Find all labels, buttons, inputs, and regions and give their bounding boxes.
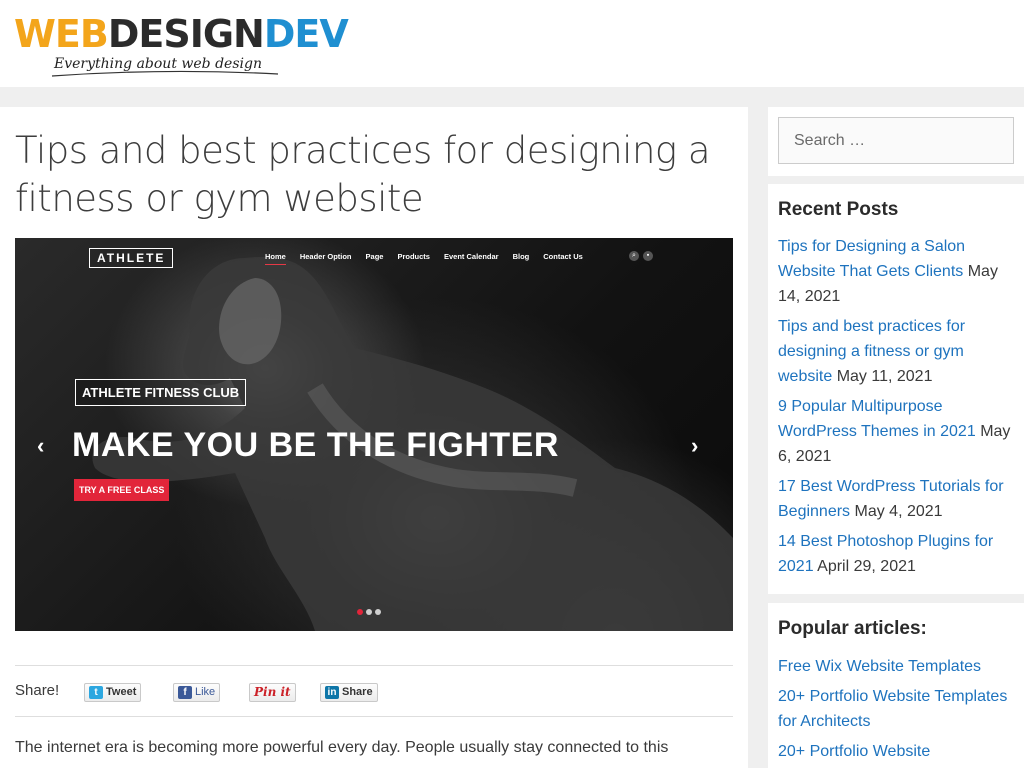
search-icon: ⌕ <box>629 251 639 261</box>
linkedin-share-button[interactable]: in Share <box>320 683 378 702</box>
site-header: WEBDESIGNDEV Everything about web design <box>0 0 1024 87</box>
post-date: May 4, 2021 <box>854 503 943 520</box>
logo-swoosh-icon <box>51 70 279 77</box>
cart-icon: ▪ <box>643 251 653 261</box>
chevron-left-icon: ‹ <box>37 433 45 458</box>
hero-nav-page: Page <box>365 252 384 261</box>
site-logo[interactable]: WEBDESIGNDEV Everything about web design <box>14 12 349 77</box>
recent-posts-title: Recent Posts <box>778 199 899 220</box>
slider-dot <box>375 609 381 615</box>
list-item: 9 Popular Multipurpose WordPress Themes … <box>778 394 1018 469</box>
hero-nav-home: Home <box>265 252 286 265</box>
hero-nav-contact: Contact Us <box>543 252 583 261</box>
hero-brand-logo: ATHLETE <box>89 248 174 268</box>
logo-design: DESIGN <box>107 12 265 56</box>
page-title: Tips and best practices for designing a … <box>15 129 711 220</box>
list-item: 20+ Portfolio Website <box>778 739 1018 764</box>
facebook-like-button[interactable]: f Like <box>173 683 221 702</box>
hero-nav-blog: Blog <box>512 252 530 261</box>
list-item: 17 Best WordPress Tutorials for Beginner… <box>778 474 1018 524</box>
post-date: May 11, 2021 <box>836 368 933 385</box>
logo-web: WEB <box>14 12 109 56</box>
hero-club-label: ATHLETE FITNESS CLUB <box>75 379 247 406</box>
hero-nav: Home Header Option Page Products Event C… <box>265 252 583 265</box>
linkedin-icon: in <box>325 686 339 699</box>
share-label: Share! <box>15 682 60 699</box>
hero-icons: ⌕ ▪ <box>629 251 653 261</box>
popular-article-link[interactable]: Free Wix Website Templates <box>778 658 981 675</box>
recent-post-link[interactable]: Tips for Designing a Salon Website That … <box>778 238 965 280</box>
post-date: April 29, 2021 <box>817 558 916 575</box>
article-intro: The internet era is becoming more powerf… <box>15 739 669 756</box>
main-article: Tips and best practices for designing a … <box>0 107 748 768</box>
popular-article-link[interactable]: 20+ Portfolio Website <box>778 743 930 760</box>
hero-headline: MAKE YOU BE THE FIGHTER <box>72 426 559 464</box>
hero-cta-button: TRY A FREE CLASS <box>74 479 170 501</box>
slider-dots <box>357 609 381 615</box>
tweet-button[interactable]: t Tweet <box>84 683 142 702</box>
twitter-icon: t <box>89 686 103 699</box>
pinit-label: Pin it <box>254 685 291 699</box>
search-input[interactable] <box>778 117 1014 164</box>
share-bar: Share! t Tweet f Like Pin it in Share <box>15 665 733 717</box>
hero-nav-products: Products <box>397 252 430 261</box>
list-item: 14 Best Photoshop Plugins for 2021 April… <box>778 529 1018 579</box>
logo-wordmark: WEBDESIGNDEV <box>14 12 349 56</box>
list-item: Tips for Designing a Salon Website That … <box>778 234 1018 309</box>
slider-dot <box>366 609 372 615</box>
facebook-icon: f <box>178 686 192 699</box>
recent-post-link[interactable]: 9 Popular Multipurpose WordPress Themes … <box>778 398 976 440</box>
hero-nav-header-option: Header Option <box>299 252 352 261</box>
like-label: Like <box>195 686 216 698</box>
linkedin-share-label: Share <box>342 686 373 698</box>
tweet-label: Tweet <box>106 686 137 698</box>
recent-posts-list: Tips for Designing a Salon Website That … <box>778 234 1018 584</box>
recent-posts-widget: Recent Posts Tips for Designing a Salon … <box>768 184 1024 594</box>
list-item: Free Wix Website Templates <box>778 654 1018 679</box>
hero-nav-event-calendar: Event Calendar <box>443 252 499 261</box>
list-item: Tips and best practices for designing a … <box>778 314 1018 389</box>
list-item: 20+ Portfolio Website Templates for Arch… <box>778 684 1018 734</box>
logo-dev: DEV <box>263 12 349 56</box>
popular-article-link[interactable]: 20+ Portfolio Website Templates for Arch… <box>778 688 1007 730</box>
pinterest-button[interactable]: Pin it <box>249 683 296 702</box>
popular-articles-title: Popular articles: <box>778 618 927 639</box>
chevron-right-icon: › <box>691 433 699 458</box>
popular-articles-widget: Popular articles: Free Wix Website Templ… <box>768 603 1024 768</box>
featured-image: ATHLETE Home Header Option Page Products… <box>15 238 733 631</box>
popular-articles-list: Free Wix Website Templates 20+ Portfolio… <box>778 654 1018 768</box>
search-widget <box>768 107 1024 176</box>
slider-dot <box>357 609 363 615</box>
